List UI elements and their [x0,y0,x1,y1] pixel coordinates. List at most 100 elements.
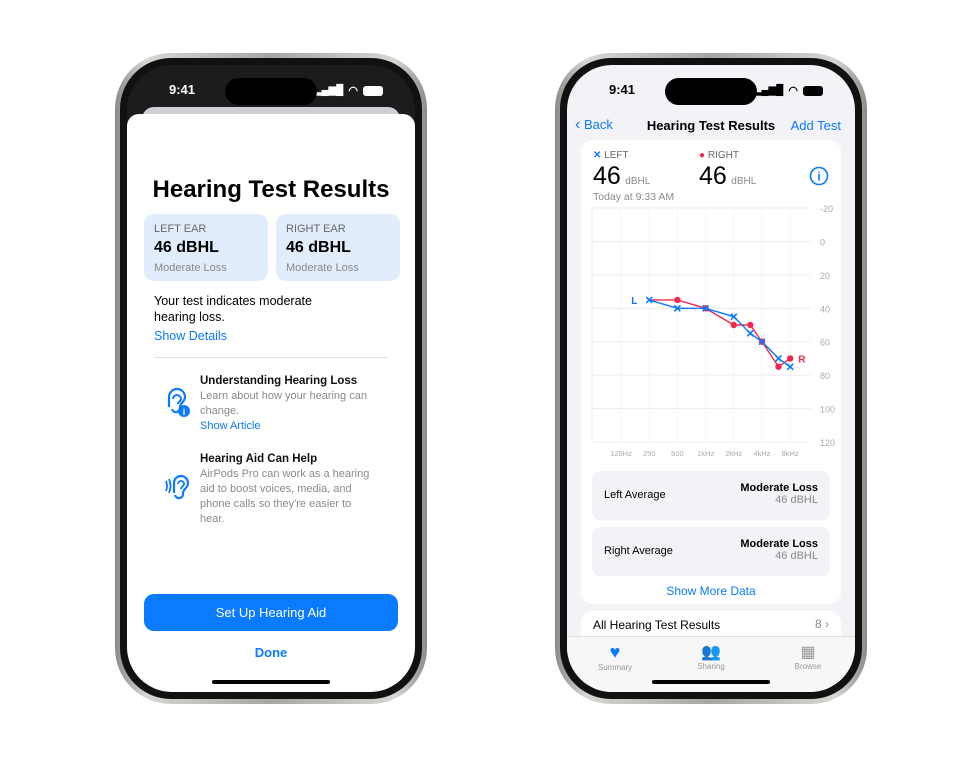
right-db: 46 [699,162,727,190]
svg-text:i: i [183,407,186,417]
avg-value: 46 dBHL [775,550,818,562]
x-tick-label: 1kHz [697,449,714,458]
done-button[interactable]: Done [127,645,415,660]
right-ear-point [674,296,681,304]
dynamic-island [225,78,317,105]
signal-icon: ▂▄▆█ [313,85,344,96]
signal-icon: ▂▄▆█ [753,85,784,96]
left-db: 46 [593,162,621,190]
right-ear-point [730,321,737,329]
all-results-label: All Hearing Test Results [593,618,721,632]
right-ear-point [775,363,782,370]
series-label-left: L [631,296,637,307]
hearing-results-sheet-screen: 9:41 ▂▄▆█ ◠ Hearing Test Results LEFT EA… [127,65,415,692]
series-line-R [649,299,791,368]
left-ear-category: Moderate Loss [154,262,227,274]
left-value: 46 dBHL [593,162,650,191]
ear-sound-icon [165,474,190,500]
show-article-link[interactable]: Show Article [200,419,370,434]
series-line-L [649,299,791,368]
avg-value: 46 dBHL [775,494,818,506]
unit: dBHL [731,176,757,187]
x-tick-label: 125Hz [610,449,632,458]
audiogram-chart: -20 0 20 40 60 80 100 120 125Hz 250 500 1kHz 2kHz 4kH… [591,204,835,458]
audiogram-card: ✕ LEFT ● RIGHT 46 dBHL 46 dBHL i Today a… [581,140,841,604]
all-results-count: 8 › [815,617,829,631]
people-icon: 👥 [701,644,721,661]
y-tick-label: 120 [820,438,835,448]
legend-left-label: LEFT [604,150,629,161]
article-body: Learn about how your hearing can change. [200,390,367,417]
divider [154,357,388,358]
svg-text:i: i [817,170,820,184]
y-tick-label: -20 [820,204,833,214]
avg-category: Moderate Loss [740,538,818,550]
right-ear-point [747,321,754,329]
right-phone: 9:41 ▂▄▆█ ◠ ‹ Back Hearing Test Results … [555,53,867,704]
chevron-right-icon: › [825,617,829,631]
battery-icon [803,85,823,96]
legend-right: ● RIGHT [699,150,739,161]
heart-icon: ♥ [609,642,621,662]
show-details-link[interactable]: Show Details [154,329,227,343]
left-average-row[interactable]: Left Average Moderate Loss 46 dBHL [592,471,830,520]
summary-text: Your test indicates moderate hearing los… [154,294,312,324]
x-tick-label: 8kHz [782,449,799,458]
legend-right-label: RIGHT [707,150,739,161]
y-tick-label: 40 [820,304,830,314]
avg-category: Moderate Loss [740,482,818,494]
tab-browse[interactable]: ▦ Browse [778,642,838,671]
tab-sharing[interactable]: 👥 Sharing [681,642,741,671]
article-body: AirPods Pro can work as a hearing aid to… [200,468,370,525]
right-ear-card: RIGHT EAR 46 dBHL Moderate Loss [276,214,400,281]
home-indicator [652,680,770,684]
add-test-button[interactable]: Add Test [791,118,841,133]
x-tick-label: 2kHz [725,449,742,458]
y-tick-label: 0 [820,237,825,247]
results-sheet: Hearing Test Results LEFT EAR 46 dBHL Mo… [127,114,415,692]
left-ear-point [746,329,754,337]
ear-info-icon: i [167,387,190,417]
battery-icon [363,85,383,96]
y-tick-label: 100 [820,405,835,415]
article-understanding: Understanding Hearing Loss Learn about h… [200,374,370,434]
right-average-row[interactable]: Right Average Moderate Loss 46 dBHL [592,527,830,576]
y-tick-label: 20 [820,271,830,281]
avg-label: Right Average [604,545,673,557]
right-ear-value: 46 dBHL [286,239,351,256]
count: 8 [814,617,822,631]
left-ear-label: LEFT EAR [154,223,207,235]
status-icons: ▂▄▆█ ◠ [754,84,823,97]
left-phone: 9:41 ▂▄▆█ ◠ Hearing Test Results LEFT EA… [115,53,427,704]
dynamic-island [665,78,757,105]
page-title: Hearing Test Results [152,176,390,203]
show-more-data-link[interactable]: Show More Data [581,584,841,598]
left-ear-point [774,354,783,362]
x-tick-label: 250 [643,449,656,458]
status-time: 9:41 [169,82,196,97]
set-up-hearing-aid-button[interactable]: Set Up Hearing Aid [144,594,398,631]
tab-label: Browse [794,662,822,671]
series-label-right: R [798,354,806,365]
wifi-icon: ◠ [788,85,798,97]
tab-label: Summary [597,663,633,672]
home-indicator [212,680,330,684]
wifi-icon: ◠ [348,85,358,97]
article-hearing-aid: Hearing Aid Can Help AirPods Pro can wor… [200,452,370,527]
x-tick-label: 500 [671,449,684,458]
y-tick-label: 80 [820,371,830,381]
article-title: Hearing Aid Can Help [200,453,318,465]
dot-marker-icon: ● [699,150,706,161]
legend-left: ✕ LEFT [593,150,629,161]
right-ear-label: RIGHT EAR [286,223,346,235]
y-tick-label: 60 [820,338,830,348]
right-ear-point [787,355,794,362]
left-ear-value: 46 dBHL [154,239,219,256]
article-title: Understanding Hearing Loss [200,375,358,387]
x-tick-label: 4kHz [753,449,770,458]
status-time: 9:41 [609,82,636,97]
tab-summary[interactable]: ♥ Summary [585,642,645,672]
info-icon[interactable]: i [809,166,829,186]
hearing-results-screen: 9:41 ▂▄▆█ ◠ ‹ Back Hearing Test Results … [567,65,855,692]
right-value: 46 dBHL [699,162,756,191]
